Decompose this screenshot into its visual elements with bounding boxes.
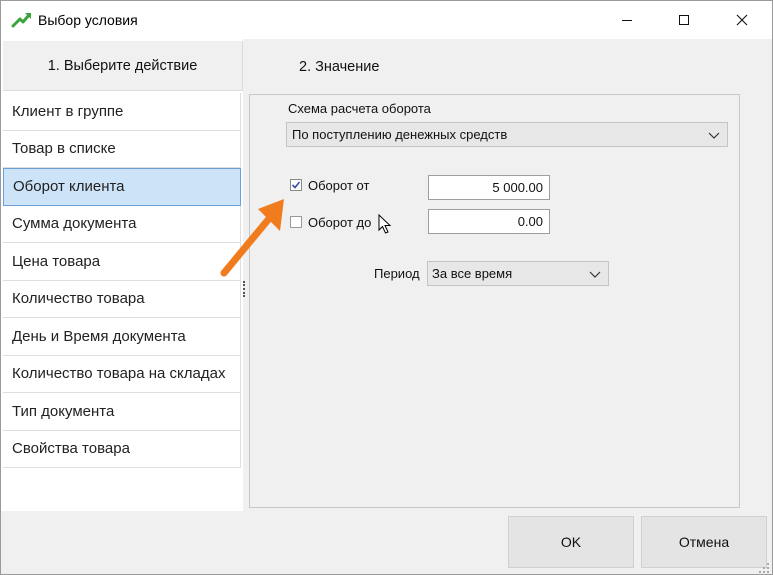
title-bar[interactable]: Выбор условия bbox=[1, 1, 772, 39]
list-item[interactable]: Тип документа bbox=[3, 393, 241, 431]
list-item-label: Тип документа bbox=[12, 402, 115, 420]
value-panel bbox=[249, 94, 740, 508]
scheme-label: Схема расчета оборота bbox=[288, 101, 431, 116]
list-item[interactable]: Клиент в группе bbox=[3, 93, 241, 131]
close-button[interactable] bbox=[719, 1, 765, 39]
list-item[interactable]: Свойства товара bbox=[3, 430, 241, 468]
turnover-from-input[interactable]: 5 000.00 bbox=[428, 175, 550, 200]
list-item-label: Цена товара bbox=[12, 252, 101, 270]
scheme-select[interactable]: По поступлению денежных средств bbox=[286, 122, 728, 147]
list-item[interactable]: Сумма документа bbox=[3, 205, 241, 243]
list-item[interactable]: Количество товара bbox=[3, 280, 241, 318]
maximize-icon bbox=[679, 15, 689, 25]
ok-button[interactable]: OK bbox=[508, 516, 634, 568]
green-arrow-up-icon bbox=[11, 13, 31, 28]
list-item-selected[interactable]: Оборот клиента bbox=[3, 168, 241, 206]
checkmark-icon bbox=[291, 181, 301, 189]
close-icon bbox=[736, 14, 748, 26]
chevron-down-icon bbox=[589, 271, 601, 278]
list-item-label: Товар в списке bbox=[12, 140, 116, 158]
period-select-value: За все время bbox=[432, 266, 513, 281]
maximize-button[interactable] bbox=[661, 1, 707, 39]
chevron-down-icon bbox=[708, 132, 720, 139]
minimize-button[interactable] bbox=[604, 1, 650, 39]
turnover-from-label: Оборот от bbox=[308, 178, 370, 193]
annotation-arrow-icon bbox=[220, 199, 284, 277]
action-panel-header: 1. Выберите действие bbox=[3, 41, 243, 91]
value-panel-header: 2. Значение bbox=[299, 59, 380, 75]
minimize-icon bbox=[622, 20, 632, 21]
list-item-label: День и Время документа bbox=[12, 327, 186, 345]
mouse-pointer-icon bbox=[378, 214, 392, 234]
list-item-label: Клиент в группе bbox=[12, 102, 124, 120]
action-panel: 1. Выберите действие Клиент в группе Тов… bbox=[1, 39, 243, 511]
list-item[interactable]: Цена товара bbox=[3, 243, 241, 281]
list-item[interactable]: Количество товара на складах bbox=[3, 355, 241, 393]
list-item-label: Свойства товара bbox=[12, 440, 130, 458]
scheme-select-value: По поступлению денежных средств bbox=[292, 127, 508, 142]
turnover-to-label: Оборот до bbox=[308, 215, 372, 230]
list-item-label: Количество товара на складах bbox=[12, 365, 226, 383]
dialog-window: Выбор условия 1. Выберите действие Клиен… bbox=[0, 0, 773, 575]
list-item-label: Сумма документа bbox=[12, 215, 137, 233]
panel-splitter[interactable] bbox=[243, 281, 245, 297]
list-item[interactable]: Товар в списке bbox=[3, 130, 241, 168]
window-title: Выбор условия bbox=[38, 12, 138, 28]
period-label: Период bbox=[374, 266, 420, 281]
cancel-button[interactable]: Отмена bbox=[641, 516, 767, 568]
list-item-label: Количество товара bbox=[12, 290, 145, 308]
action-list: Клиент в группе Товар в списке Оборот кл… bbox=[3, 93, 241, 468]
resize-grip-icon[interactable] bbox=[758, 562, 770, 574]
list-item-label: Оборот клиента bbox=[13, 178, 125, 196]
list-item[interactable]: День и Время документа bbox=[3, 318, 241, 356]
turnover-from-checkbox[interactable] bbox=[290, 179, 302, 191]
turnover-to-input[interactable]: 0.00 bbox=[428, 209, 550, 234]
period-select[interactable]: За все время bbox=[427, 261, 609, 286]
